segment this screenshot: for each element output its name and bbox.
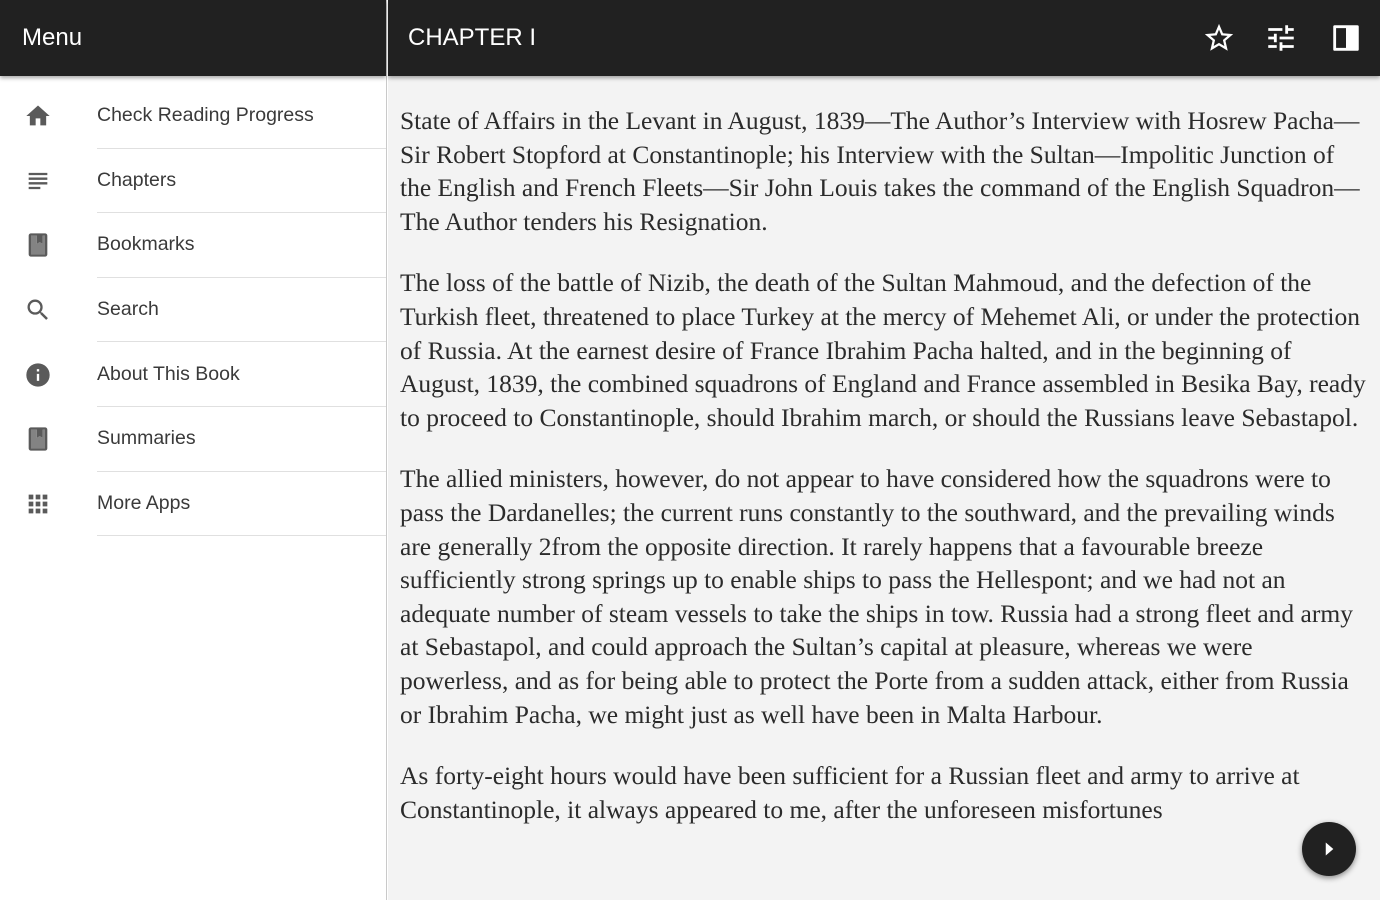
chapter-title: CHAPTER I [408,24,537,51]
next-arrow-icon [1325,842,1334,856]
reader-toolbar: CHAPTER I [388,0,1380,76]
menu-item-label: Bookmarks [97,213,386,278]
menu-item-label: Summaries [97,407,386,472]
book-icon [0,231,97,259]
star-outline-icon [1204,23,1234,51]
body-paragraph: As forty-eight hours would have been suf… [400,761,1300,824]
chapter-summary-paragraph: State of Affairs in the Levant in August… [400,106,1360,236]
body-paragraph: The loss of the battle of Nizib, the dea… [400,268,1366,432]
body-paragraph: The allied ministers, however, do not ap… [400,464,1353,729]
menu-item-summaries[interactable]: Summaries [0,407,386,472]
menu-item-label: About This Book [97,342,386,407]
menu-item-label: Check Reading Progress [97,84,386,149]
apps-grid-icon [0,490,97,518]
menu-item-about-this-book[interactable]: About This Book [0,342,386,407]
chapter-text: State of Affairs in the Levant in August… [388,76,1380,826]
menu-item-search[interactable]: Search [0,278,386,343]
home-icon [0,102,97,130]
next-page-button[interactable] [1302,822,1356,876]
menu-item-label: More Apps [97,472,386,537]
menu-item-chapters[interactable]: Chapters [0,149,386,214]
navigation-drawer: Menu Check Reading Progress Chapters Boo… [0,0,387,900]
info-icon [0,361,97,389]
list-icon [0,167,97,195]
menu-item-more-apps[interactable]: More Apps [0,472,386,537]
book-icon [0,425,97,453]
drawer-menu: Check Reading Progress Chapters Bookmark… [0,76,386,537]
menu-item-label: Chapters [97,149,386,214]
tune-settings-icon [1268,25,1294,51]
menu-item-label: Search [97,278,386,343]
bookmark-star-button[interactable] [1188,0,1250,76]
night-mode-toggle-button[interactable] [1312,0,1380,76]
settings-button[interactable] [1250,0,1312,76]
menu-item-bookmarks[interactable]: Bookmarks [0,213,386,278]
search-icon [0,296,97,324]
reader-pane: CHAPTER I State of Affairs in the Levant… [388,0,1380,900]
drawer-title: Menu [0,0,386,76]
contrast-toggle-icon [1333,25,1359,51]
menu-item-check-reading-progress[interactable]: Check Reading Progress [0,84,386,149]
